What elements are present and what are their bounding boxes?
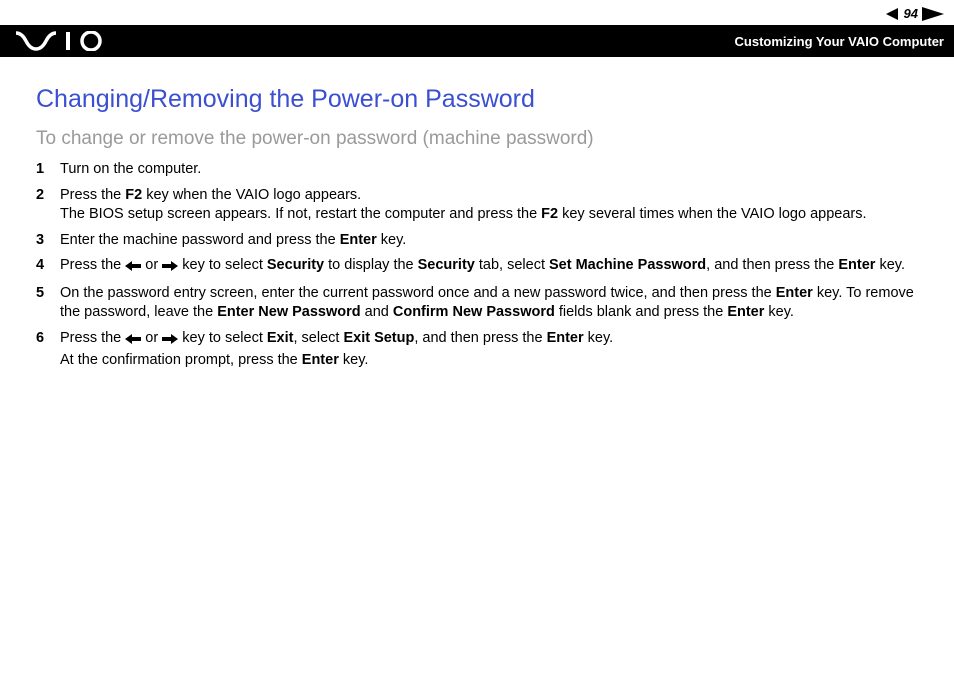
step-body: Enter the machine password and press the… — [60, 231, 918, 251]
step-body: On the password entry screen, enter the … — [60, 284, 918, 323]
step-number: 1 — [36, 160, 60, 180]
header-bar: Customizing Your VAIO Computer — [0, 25, 954, 57]
step-number: 6 — [36, 329, 60, 370]
vaio-logo — [16, 31, 116, 51]
page-title: Changing/Removing the Power-on Password — [36, 85, 918, 114]
step-item: 4 Press the or key to select Security to… — [36, 256, 918, 278]
step-body: Press the or key to select Security to d… — [60, 256, 918, 278]
step-body: Press the F2 key when the VAIO logo appe… — [60, 186, 918, 225]
page-nav: 94 — [0, 0, 954, 25]
step-item: 2 Press the F2 key when the VAIO logo ap… — [36, 186, 918, 225]
step-number: 5 — [36, 284, 60, 323]
prev-page-icon[interactable] — [886, 8, 900, 20]
step-item: 3 Enter the machine password and press t… — [36, 231, 918, 251]
left-arrow-icon — [125, 258, 141, 278]
step-number: 2 — [36, 186, 60, 225]
step-body: Press the or key to select Exit, select … — [60, 329, 918, 370]
section-title: Customizing Your VAIO Computer — [735, 34, 944, 49]
right-arrow-icon — [162, 258, 178, 278]
step-number: 4 — [36, 256, 60, 278]
step-item: 5 On the password entry screen, enter th… — [36, 284, 918, 323]
step-item: 1 Turn on the computer. — [36, 160, 918, 180]
page-subtitle: To change or remove the power-on passwor… — [36, 128, 918, 150]
page-number: 94 — [904, 6, 918, 21]
step-number: 3 — [36, 231, 60, 251]
page-content: Changing/Removing the Power-on Password … — [0, 57, 954, 370]
left-arrow-icon — [125, 331, 141, 351]
next-page-icon[interactable] — [922, 7, 944, 21]
right-arrow-icon — [162, 331, 178, 351]
steps-list: 1 Turn on the computer. 2 Press the F2 k… — [36, 160, 918, 370]
step-body: Turn on the computer. — [60, 160, 918, 180]
step-item: 6 Press the or key to select Exit, selec… — [36, 329, 918, 370]
